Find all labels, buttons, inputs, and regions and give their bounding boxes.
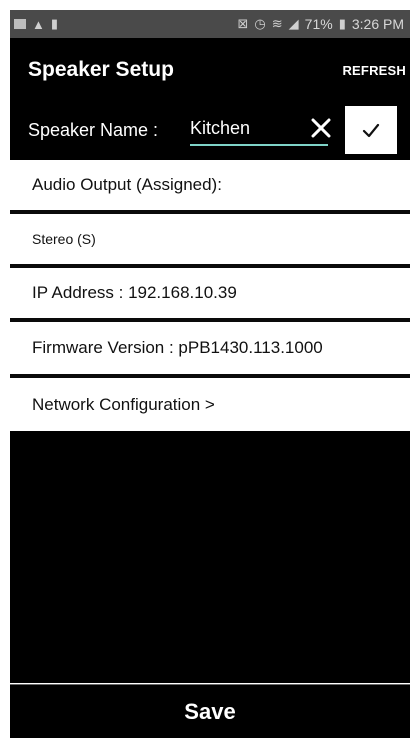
- battery-saver-icon: ▮: [50, 16, 59, 31]
- audio-output-row: Audio Output (Assigned):: [10, 160, 410, 210]
- empty-content-area: [10, 431, 410, 683]
- status-right: ⊠ ◷ ≋ ◢ 71% ▮ 3:26 PM: [238, 16, 410, 32]
- firmware-version-text: Firmware Version : pPB1430.113.1000: [32, 338, 323, 357]
- save-button[interactable]: Save: [10, 684, 410, 738]
- confirm-name-button[interactable]: [345, 106, 397, 154]
- refresh-button[interactable]: REFRESH: [342, 63, 406, 78]
- status-time: 3:26 PM: [351, 16, 404, 32]
- wifi-icon: ≋: [271, 16, 283, 31]
- ip-address-row: IP Address : 192.168.10.39: [10, 268, 410, 318]
- app-screen: ▲ ▮ ⊠ ◷ ≋ ◢ 71% ▮ 3:26 PM Speaker Setup …: [0, 0, 420, 740]
- battery-percent: 71%: [304, 16, 333, 32]
- clear-name-button[interactable]: [307, 114, 335, 142]
- speaker-name-label: Speaker Name :: [28, 120, 159, 140]
- ip-address-text: IP Address : 192.168.10.39: [32, 283, 237, 302]
- network-configuration-row[interactable]: Network Configuration >: [10, 378, 410, 431]
- audio-output-value-row[interactable]: Stereo (S): [10, 214, 410, 264]
- status-bar: ▲ ▮ ⊠ ◷ ≋ ◢ 71% ▮ 3:26 PM: [10, 10, 410, 38]
- header: Speaker Setup REFRESH Speaker Name :: [10, 38, 410, 160]
- network-configuration-link: Network Configuration >: [32, 394, 215, 414]
- photo-icon: [14, 19, 26, 29]
- checkmark-icon: [362, 123, 380, 138]
- audio-output-label: Audio Output (Assigned):: [32, 175, 222, 194]
- nfc-icon: ⊠: [237, 16, 249, 31]
- close-icon: [311, 118, 331, 138]
- warning-icon: ▲: [32, 16, 45, 32]
- alarm-icon: ◷: [254, 16, 266, 31]
- battery-icon: ▮: [338, 16, 346, 31]
- page-title: Speaker Setup: [28, 58, 174, 81]
- audio-output-value: Stereo (S): [32, 231, 96, 247]
- status-left: ▲ ▮: [10, 16, 58, 32]
- firmware-row: Firmware Version : pPB1430.113.1000: [10, 322, 410, 374]
- signal-icon: ◢: [288, 16, 299, 31]
